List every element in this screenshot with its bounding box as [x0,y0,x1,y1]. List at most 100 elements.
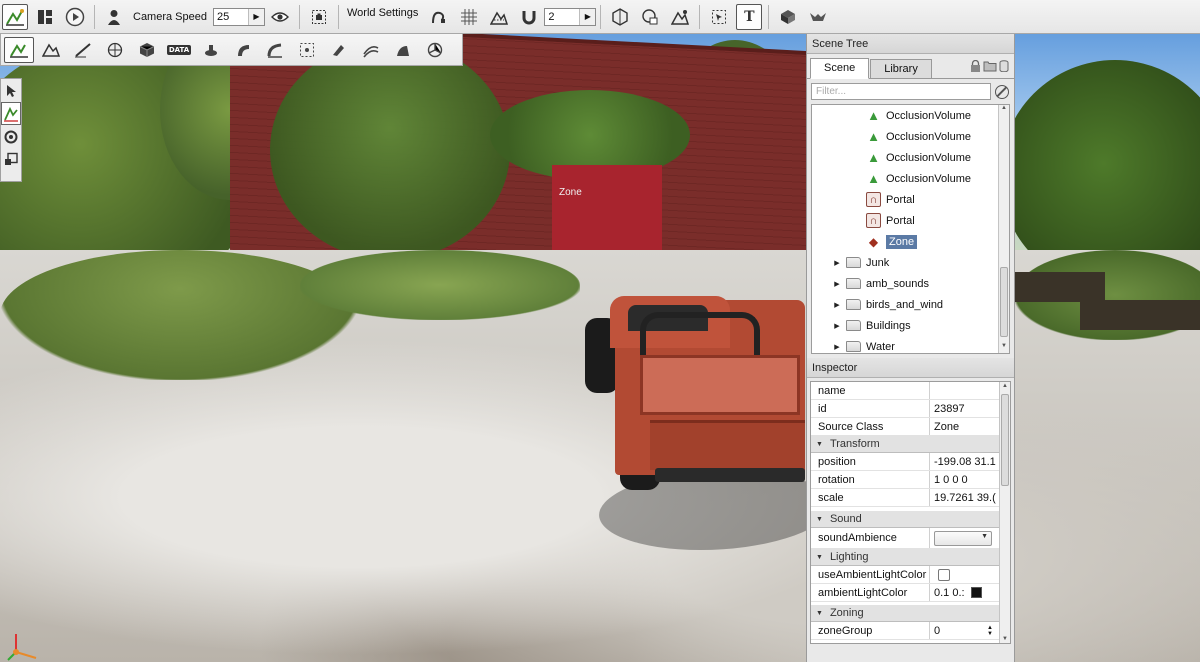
tree-scrollbar[interactable]: ▲ ▼ [998,105,1009,353]
prop-zone-group: zoneGroup 0 ▲ ▼ [811,622,1010,640]
select-arrow-icon[interactable] [1,79,21,102]
object-bounds-icon[interactable] [607,4,633,30]
camera-person-icon[interactable] [101,4,127,30]
grid-snap-icon[interactable] [456,4,482,30]
decal-editor-icon[interactable] [228,37,258,63]
scroll-down-icon[interactable]: ▼ [999,343,1009,353]
use-ambient-checkbox[interactable] [938,568,950,581]
forest-editor-icon[interactable] [388,37,418,63]
terrain-editor-icon[interactable] [36,37,66,63]
tree-item[interactable]: ▶ Water [812,336,1009,353]
wind-editor-icon[interactable] [356,37,386,63]
object-editor-icon[interactable] [4,36,34,63]
collapse-triangle-icon[interactable]: ▼ [816,441,823,448]
datablock-editor-icon[interactable]: DATA [164,37,194,63]
navmesh-editor-icon[interactable] [420,37,450,63]
arrow-right-icon[interactable]: ▶ [248,8,264,25]
scroll-down-icon[interactable]: ▼ [1000,636,1010,642]
tree-item[interactable]: ▶ birds_and_wind [812,294,1009,315]
expand-arrow-icon[interactable]: ▶ [832,259,842,267]
terrain-paint-icon[interactable] [68,37,98,63]
zone-group-field[interactable]: 0 [934,625,940,637]
snap-value-stepper[interactable]: 2 ▶ [544,7,597,26]
ambient-color-field[interactable]: 0.1 0.: [934,587,965,599]
scroll-up-icon[interactable]: ▲ [999,105,1009,115]
scroll-up-icon[interactable]: ▲ [1000,383,1010,389]
material-sphere-icon[interactable] [100,37,130,63]
drop-object-icon[interactable] [805,4,831,30]
collapse-triangle-icon[interactable]: ▼ [816,516,823,523]
tree-item[interactable]: ▲ OcclusionVolume [812,147,1009,168]
tree-item[interactable]: ▶ amb_sounds [812,273,1009,294]
scale-field[interactable]: 19.7261 39.( [930,492,996,504]
particle-editor-icon[interactable] [196,37,226,63]
zone-icon: ◆ [868,234,879,249]
prop-rotation: rotation 1 0 0 0 [811,471,1010,489]
tree-item[interactable]: ◆ Zone [812,231,1009,252]
collapse-triangle-icon[interactable]: ▼ [816,610,823,617]
tree-filter-input[interactable]: Filter... [811,83,991,100]
world-settings-label[interactable]: World Settings [347,7,418,19]
inspector-scrollbar[interactable]: ▲ ▼ [999,382,1010,643]
layout-panels-icon[interactable] [32,4,58,30]
select-bounds-icon[interactable] [706,4,732,30]
scene-tree-list[interactable]: ▲ OcclusionVolume ▲ OcclusionVolume ▲ Occlusi… [811,104,1010,354]
mesh-road-icon[interactable] [292,37,322,63]
tree-item[interactable]: ▲ OcclusionVolume [812,126,1009,147]
rotate-tool-icon[interactable] [1,125,21,148]
snap-curve-icon[interactable] [426,4,452,30]
move-tool-icon[interactable] [1,102,21,125]
fly-object-icon[interactable] [775,4,801,30]
clear-filter-icon[interactable] [995,84,1009,99]
rotation-field[interactable]: 1 0 0 0 [930,474,996,486]
eye-icon[interactable] [267,4,293,30]
main-toolbar: Camera Speed 25 ▶ World Settings 2 ▶ T [0,0,1200,34]
river-editor-icon[interactable] [324,37,354,63]
tree-item[interactable]: ∩ Portal [812,189,1009,210]
expand-arrow-icon[interactable]: ▶ [832,280,842,288]
group-transform[interactable]: ▼ Transform [811,436,1010,453]
scroll-thumb[interactable] [1000,267,1008,337]
tree-item[interactable]: ▶ Junk [812,252,1009,273]
scale-tool-icon[interactable] [1,148,21,171]
expand-arrow-icon[interactable]: ▶ [832,322,842,330]
group-lighting[interactable]: ▼ Lighting [811,549,1010,566]
zone-group-stepper[interactable]: ▲ ▼ [987,625,993,637]
expand-arrow-icon[interactable]: ▶ [832,343,842,351]
world-editor-icon[interactable] [2,3,28,30]
tab-library[interactable]: Library [870,59,932,78]
collapse-triangle-icon[interactable]: ▼ [816,554,823,561]
scene-viewport[interactable]: Zone [0,0,1200,662]
snap-value[interactable]: 2 [545,11,579,23]
text-label-icon[interactable]: T [736,3,763,30]
new-group-folder-icon[interactable] [983,60,997,72]
group-zoning[interactable]: ▼ Zoning [811,605,1010,622]
lock-icon[interactable] [970,60,981,72]
magnet-icon[interactable] [516,4,542,30]
tree-item[interactable]: ∩ Portal [812,210,1009,231]
step-down-icon[interactable]: ▼ [987,631,993,637]
camera-speed-stepper[interactable]: 25 ▶ [213,7,265,26]
ambient-color-swatch[interactable] [970,587,982,598]
screenshot-icon[interactable] [306,4,332,30]
tree-item[interactable]: ▶ Buildings [812,315,1009,336]
toolbar-divider [299,4,300,29]
object-render-icon[interactable] [637,4,663,30]
tree-item[interactable]: ▲ OcclusionVolume [812,105,1009,126]
position-field[interactable]: -199.08 31.1 [930,456,996,468]
shape-cube-icon[interactable] [132,37,162,63]
occlusion-volume-icon: ▲ [867,150,880,165]
road-editor-icon[interactable] [260,37,290,63]
database-icon[interactable] [999,60,1009,72]
tree-item[interactable]: ▲ OcclusionVolume [812,168,1009,189]
expand-arrow-icon[interactable]: ▶ [832,301,842,309]
terrain-render-icon[interactable] [667,4,693,30]
scroll-thumb[interactable] [1001,394,1009,486]
terrain-snap-icon[interactable] [486,4,512,30]
tab-scene[interactable]: Scene [810,58,870,79]
group-sound[interactable]: ▼ Sound [811,511,1010,528]
camera-speed-value[interactable]: 25 [214,11,248,23]
play-icon[interactable] [62,4,88,30]
sound-ambience-dropdown[interactable] [934,530,992,546]
arrow-right-icon[interactable]: ▶ [579,8,596,25]
